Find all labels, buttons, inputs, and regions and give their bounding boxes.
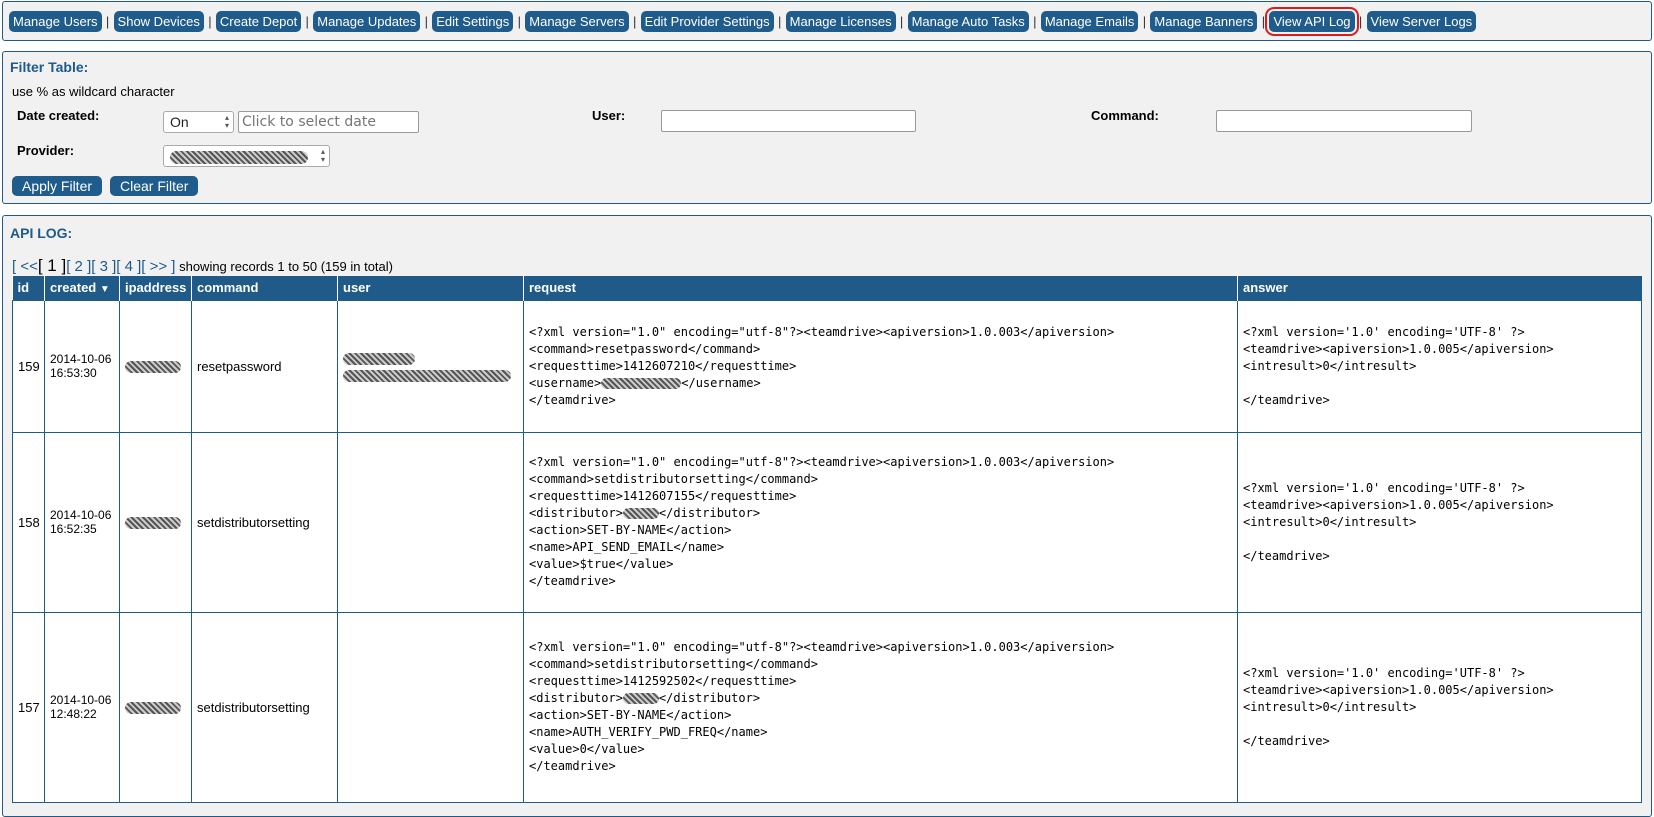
cell-ipaddress (119, 611, 192, 803)
date-input[interactable] (238, 111, 419, 133)
show-devices-button[interactable]: Show Devices (113, 11, 204, 32)
pager-summary: showing records 1 to 50 (159 in total) (179, 259, 393, 274)
sort-desc-icon: ▼ (99, 284, 110, 296)
api-log-title: API LOG: (10, 225, 73, 241)
wildcard-hint: use % as wildcard character (12, 84, 175, 99)
cell-ipaddress (119, 431, 192, 613)
cell-id: 157 (12, 611, 45, 803)
api-log-table: id created ▼ ipaddress command user requ… (12, 276, 1642, 803)
table-header-row: id created ▼ ipaddress command user requ… (12, 276, 1642, 300)
manage-licenses-button[interactable]: Manage Licenses (785, 11, 896, 32)
column-header-ipaddress[interactable]: ipaddress (119, 276, 192, 300)
nav-separator: | (1142, 14, 1147, 29)
cell-id: 159 (12, 299, 45, 433)
manage-updates-button[interactable]: Manage Updates (313, 11, 421, 32)
cell-user (337, 299, 524, 433)
manage-servers-button[interactable]: Manage Servers (525, 11, 629, 32)
cell-created: 2014-10-06 16:53:30 (44, 299, 120, 433)
table-row: 159 2014-10-06 16:53:30 resetpassword <?… (12, 299, 1642, 433)
redacted-ip (125, 361, 181, 374)
clear-filter-button[interactable]: Clear Filter (110, 176, 199, 196)
apply-filter-button[interactable]: Apply Filter (12, 176, 103, 196)
view-api-log-button[interactable]: View API Log (1265, 7, 1359, 36)
filter-title: Filter Table: (10, 59, 89, 75)
pager-first-link[interactable]: [ << (12, 258, 38, 275)
date-created-label: Date created: (17, 108, 100, 123)
edit-provider-settings-button[interactable]: Edit Provider Settings (640, 11, 774, 32)
cell-command: setdistributorsetting (191, 431, 338, 613)
redacted-ip (125, 702, 181, 715)
redacted-value (601, 377, 682, 389)
edit-settings-button[interactable]: Edit Settings (432, 11, 514, 32)
cell-answer: <?xml version='1.0' encoding='UTF-8' ?> … (1237, 299, 1642, 433)
nav-separator: | (208, 14, 212, 29)
nav-separator: | (1358, 14, 1363, 29)
cell-ipaddress (119, 299, 192, 433)
cell-id: 158 (12, 431, 45, 613)
nav-separator: | (517, 14, 521, 29)
provider-select[interactable]: ▴ ▾ (163, 145, 330, 167)
redacted-ip (125, 517, 181, 530)
redacted-value (622, 693, 659, 704)
redacted-email (343, 369, 511, 382)
nav-separator: | (305, 14, 309, 29)
nav-panel: Manage Users | Show Devices | Create Depot | M… (2, 1, 1652, 41)
select-arrows-icon: ▴ ▾ (224, 113, 229, 130)
column-header-created[interactable]: created ▼ (44, 276, 120, 300)
nav-separator: | (899, 14, 904, 29)
date-mode-value: On (170, 114, 189, 130)
nav-separator: | (105, 14, 110, 29)
column-header-user[interactable]: user (337, 276, 524, 300)
cell-user (337, 611, 524, 803)
column-header-answer[interactable]: answer (1237, 276, 1642, 300)
pager-next-link[interactable]: [ >> ] (141, 258, 175, 275)
manage-auto-tasks-button[interactable]: Manage Auto Tasks (907, 11, 1029, 32)
command-input[interactable] (1216, 110, 1472, 132)
pagination: [ <<[ 1 ][ 2 ][ 3 ][ 4 ][ >> ] showing r… (12, 256, 393, 276)
provider-label: Provider: (17, 143, 75, 158)
redacted-provider (170, 150, 308, 164)
select-arrows-icon: ▴ ▾ (320, 147, 325, 164)
column-header-id[interactable]: id (12, 276, 45, 300)
date-mode-select[interactable]: On ▴ ▾ (163, 111, 234, 133)
user-input[interactable] (661, 110, 916, 132)
nav-bar: Manage Users | Show Devices | Create Depot | M… (9, 7, 1477, 36)
cell-request: <?xml version="1.0" encoding="utf-8"?><t… (523, 299, 1238, 433)
pager-page-3-link[interactable]: [ 3 ] (91, 258, 116, 275)
redacted-username (343, 353, 415, 366)
manage-users-button[interactable]: Manage Users (9, 11, 102, 32)
manage-banners-button[interactable]: Manage Banners (1150, 11, 1258, 32)
nav-separator: | (632, 14, 637, 29)
create-depot-button[interactable]: Create Depot (215, 11, 302, 32)
column-header-request[interactable]: request (523, 276, 1238, 300)
cell-answer: <?xml version='1.0' encoding='UTF-8' ?> … (1237, 431, 1642, 613)
cell-request: <?xml version="1.0" encoding="utf-8"?><t… (523, 611, 1238, 803)
nav-separator: | (424, 14, 428, 29)
table-row: 157 2014-10-06 12:48:22 setdistributorse… (12, 611, 1642, 803)
cell-command: resetpassword (191, 299, 338, 433)
cell-request: <?xml version="1.0" encoding="utf-8"?><t… (523, 431, 1238, 613)
cell-created: 2014-10-06 12:48:22 (44, 611, 120, 803)
cell-created: 2014-10-06 16:52:35 (44, 431, 120, 613)
manage-emails-button[interactable]: Manage Emails (1040, 11, 1139, 32)
column-header-command[interactable]: command (191, 276, 338, 300)
view-server-logs-button[interactable]: View Server Logs (1366, 11, 1477, 32)
pager-current-page: [ 1 ] (37, 256, 67, 275)
command-label: Command: (1091, 108, 1159, 123)
table-row: 158 2014-10-06 16:52:35 setdistributorse… (12, 431, 1642, 613)
pager-page-4-link[interactable]: [ 4 ] (116, 258, 141, 275)
cell-answer: <?xml version='1.0' encoding='UTF-8' ?> … (1237, 611, 1642, 803)
cell-command: setdistributorsetting (191, 611, 338, 803)
nav-separator: | (1261, 14, 1266, 29)
cell-user (337, 431, 524, 613)
redacted-value (622, 508, 659, 519)
user-label: User: (592, 108, 626, 123)
nav-separator: | (777, 14, 782, 29)
nav-separator: | (1033, 14, 1037, 29)
pager-page-2-link[interactable]: [ 2 ] (66, 258, 91, 275)
